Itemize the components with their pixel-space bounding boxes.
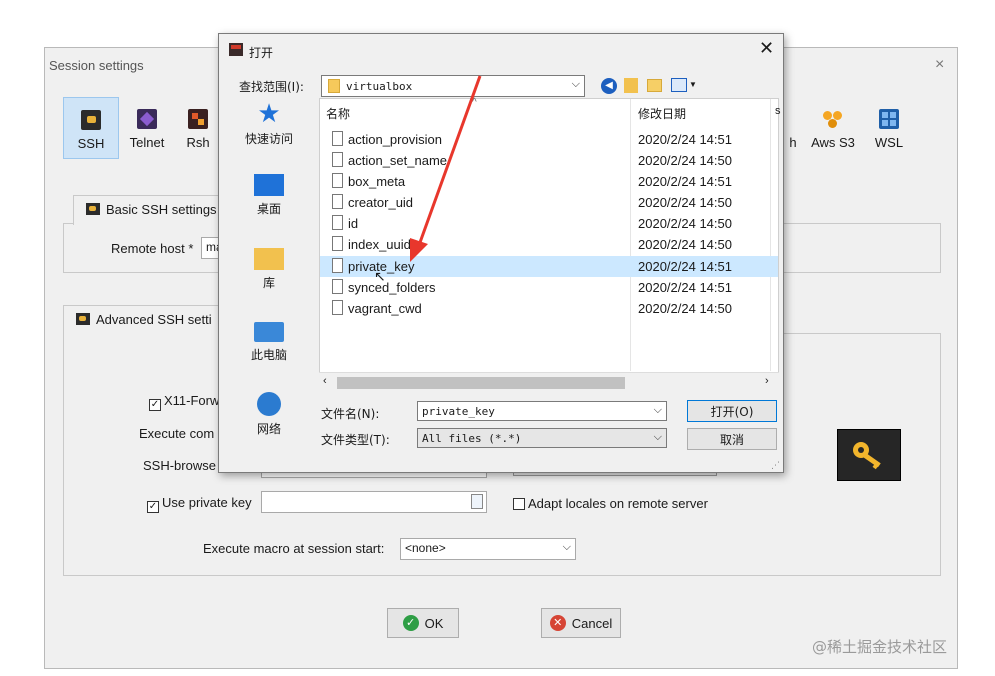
arrow-head bbox=[410, 238, 428, 262]
watermark: @稀土掘金技术社区 bbox=[812, 638, 948, 656]
annotation-arrow bbox=[410, 75, 482, 262]
mouse-cursor-icon: ↖ bbox=[374, 268, 386, 284]
arrow-line bbox=[416, 75, 482, 249]
